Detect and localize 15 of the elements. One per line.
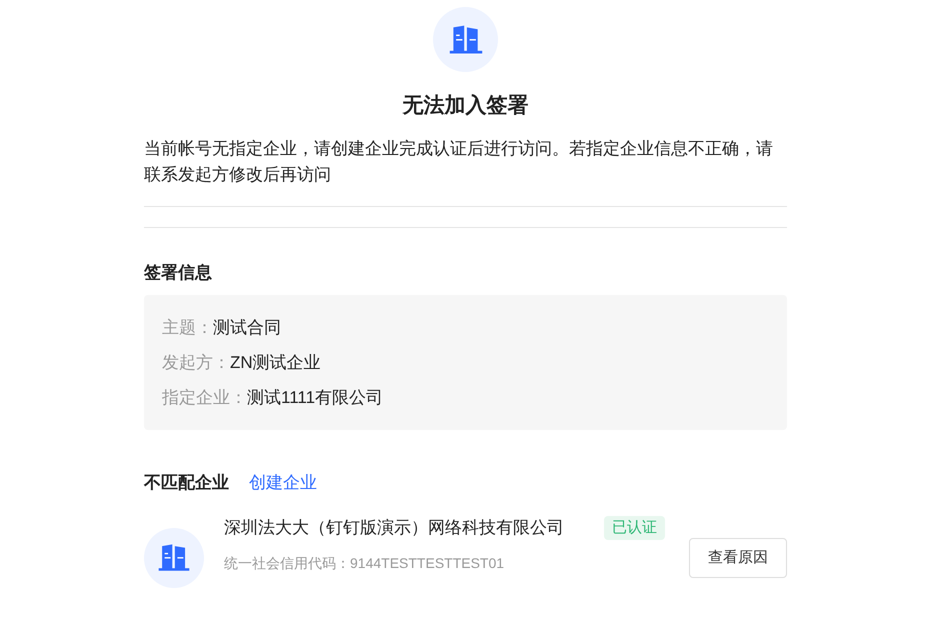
- credit-code: 统一社会信用代码：9144TESTTESTTEST01: [224, 554, 506, 572]
- field-value: 测试合同: [213, 317, 281, 339]
- field-value: ZN测试企业: [230, 352, 321, 374]
- create-company-link[interactable]: 创建企业: [249, 470, 317, 496]
- message-text: 当前帐号无指定企业，请创建企业完成认证后进行访问。若指定企业信息不正确，请联系发起方修改后再访问: [144, 138, 774, 186]
- verified-tag: 已认证: [604, 516, 665, 540]
- field-label: 发起方：: [162, 352, 230, 374]
- section-heading: 签署信息: [144, 262, 213, 284]
- page-title: 无法加入签署: [401, 93, 530, 119]
- section-heading: 不匹配企业: [144, 472, 229, 494]
- view-reason-button[interactable]: 查看原因: [689, 538, 787, 578]
- field-label: 主题：: [162, 317, 213, 339]
- company-name: 深圳法大大（钉钉版演示）网络科技有限公司: [224, 516, 565, 538]
- field-value: 测试1111有限公司: [247, 387, 384, 409]
- field-label: 指定企业：: [162, 387, 247, 409]
